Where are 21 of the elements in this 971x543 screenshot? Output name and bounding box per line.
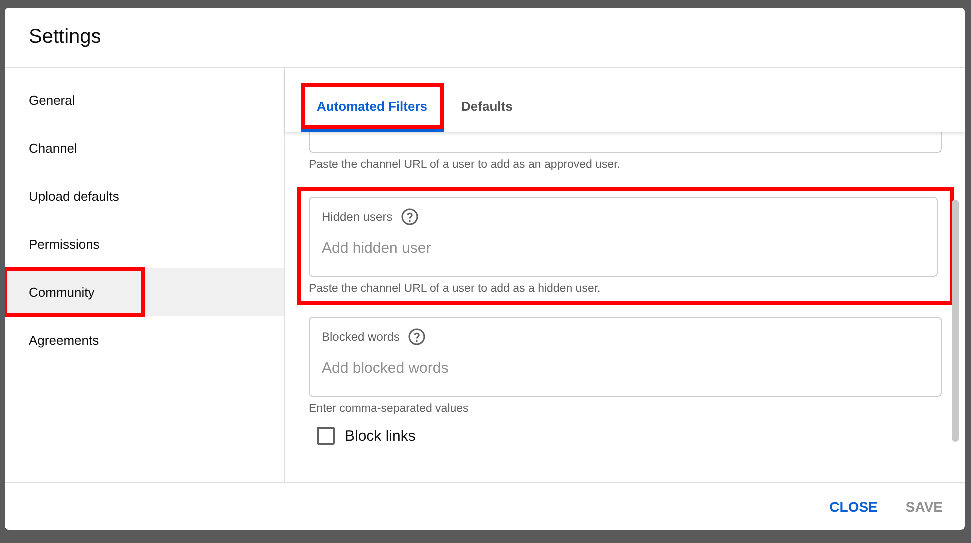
text-field[interactable]: Blocked words Add blocked words: [309, 317, 942, 397]
sidebar-item[interactable]: Agreements: [5, 316, 284, 364]
helper-text: Paste the channel URL of a user to add as a hidden user.: [309, 283, 602, 295]
checkbox-label: Block links: [345, 428, 416, 444]
field-label: Blocked words: [322, 330, 400, 344]
sidebar-item[interactable]: General: [5, 76, 284, 124]
scrollbar[interactable]: [952, 200, 959, 442]
sidebar-item[interactable]: Upload defaults: [5, 172, 284, 220]
tab[interactable]: Automated Filters: [301, 83, 444, 132]
help-icon[interactable]: [408, 328, 426, 346]
helper-text: Enter comma-separated values: [309, 403, 470, 415]
sidebar-item[interactable]: Channel: [5, 124, 284, 172]
checkbox[interactable]: [317, 427, 335, 445]
sidebar-item[interactable]: Community: [5, 268, 284, 316]
close-button[interactable]: CLOSE: [818, 490, 890, 522]
sidebar-item[interactable]: Permissions: [5, 220, 284, 268]
dialog-title: Settings: [29, 26, 102, 49]
help-icon[interactable]: [400, 208, 419, 226]
helper-text: Paste the channel URL of a user to add as an approved user.: [309, 159, 622, 171]
field-label: Hidden users: [322, 210, 393, 224]
text-field[interactable]: Hidden users Add hidden user: [309, 197, 938, 277]
